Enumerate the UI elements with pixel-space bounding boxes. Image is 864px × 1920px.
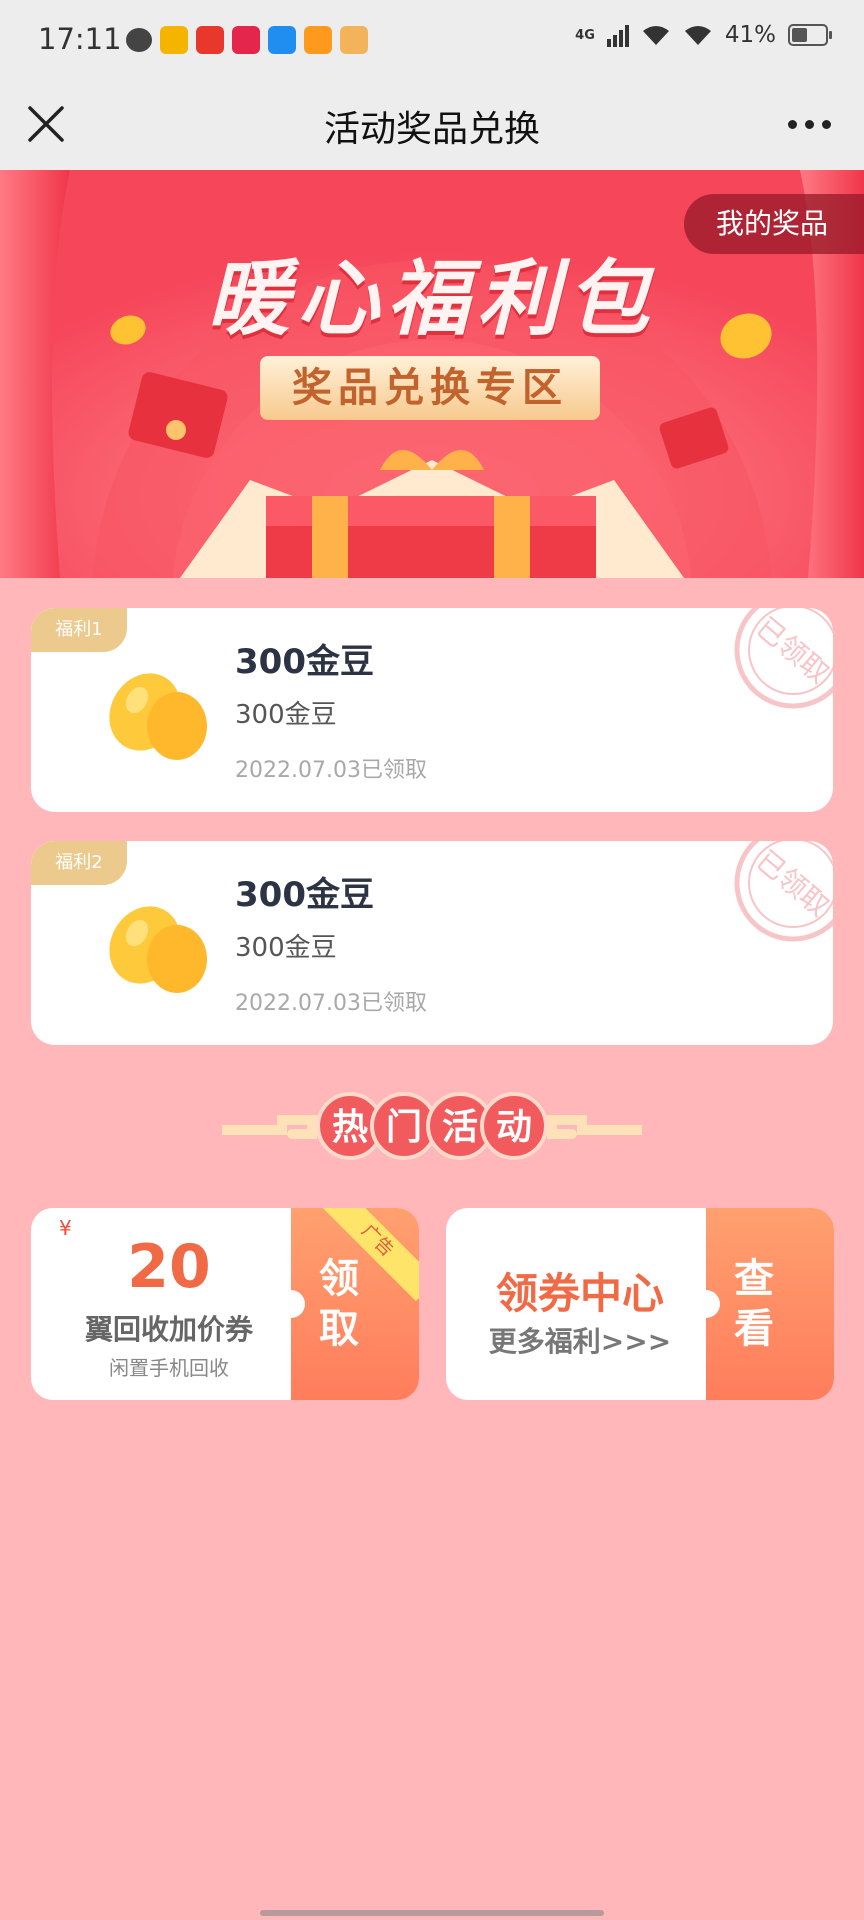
claimed-stamp: 已领取	[734, 841, 833, 942]
banner: 暖心福利包 奖品兑换专区 我的奖品	[0, 170, 864, 578]
stamp-text: 已领取	[750, 844, 833, 923]
reward-badge: 福利2	[31, 841, 127, 885]
status-bar: 17:11 4G 41%	[0, 0, 864, 84]
more-icon	[788, 119, 797, 129]
reward-title: 300金豆	[235, 642, 374, 682]
coupon-center-subtitle: 更多福利>>>	[488, 1325, 672, 1358]
claimed-stamp: 已领取	[734, 608, 833, 709]
coupon-amount: 20	[127, 1232, 211, 1302]
app-icon-red-pink	[232, 26, 260, 54]
hot-title-chars: 热 门 活 动	[316, 1092, 548, 1160]
gold-beans-icon	[109, 673, 207, 760]
nav-bar: 活动奖品兑换	[0, 84, 864, 170]
gold-beans-icon	[109, 906, 207, 993]
coupon-center-title: 领券中心	[495, 1269, 664, 1318]
reward-date: 2022.07.03已领取	[235, 991, 427, 1016]
claim-char: 领	[319, 1256, 359, 1302]
wifi-icon-2	[684, 26, 711, 45]
reward-card[interactable]: 福利2 300金豆 300金豆 2022.07.03已领取 已领取	[31, 841, 833, 1045]
chat-bubble-icon	[126, 28, 152, 52]
my-prizes-button[interactable]: 我的奖品	[684, 194, 864, 254]
banner-subtitle: 奖品兑换专区	[260, 356, 600, 420]
app-icon-yellow	[160, 26, 188, 54]
coupon-center-card[interactable]: 领券中心 更多福利>>> 查 看	[446, 1208, 834, 1400]
reward-desc: 300金豆	[235, 933, 337, 963]
more-button[interactable]	[788, 114, 836, 134]
hot-char: 动	[496, 1107, 532, 1148]
app-icon-blue	[268, 26, 296, 54]
app-icon-tan	[340, 26, 368, 54]
hot-activities-title: 热 门 活 动	[222, 1092, 642, 1160]
hot-char: 热	[332, 1107, 368, 1148]
hot-char: 活	[442, 1107, 478, 1148]
app-icon-red	[196, 26, 224, 54]
ticket-notch	[277, 1290, 305, 1318]
battery-level	[792, 28, 807, 42]
ticket-notch	[692, 1290, 720, 1318]
more-icon-dot	[805, 119, 814, 129]
status-right: 4G 41%	[575, 22, 832, 48]
home-indicator[interactable]	[260, 1910, 604, 1916]
status-time: 17:11	[38, 22, 122, 56]
view-char: 查	[734, 1256, 774, 1302]
coupon-promo-card[interactable]: ¥ 20 翼回收加价券 闲置手机回收 广告 领 取	[31, 1208, 419, 1400]
view-button[interactable]: 查 看	[692, 1208, 834, 1400]
reward-date: 2022.07.03已领取	[235, 758, 427, 783]
reward-card[interactable]: 福利1 300金豆 300金豆 2022.07.03已领取 已领取	[31, 608, 833, 812]
reward-badge: 福利1	[31, 608, 127, 652]
claim-char: 取	[319, 1306, 359, 1352]
wifi-icon	[642, 26, 669, 45]
network-label: 4G	[575, 27, 595, 43]
coupon-name: 翼回收加价券	[84, 1313, 253, 1346]
battery-percent: 41%	[724, 22, 776, 48]
view-char: 看	[734, 1306, 774, 1352]
reward-title: 300金豆	[235, 875, 374, 915]
hot-char: 门	[386, 1107, 422, 1148]
stamp-text: 已领取	[750, 611, 833, 690]
claim-button[interactable]: 广告 领 取	[277, 1208, 419, 1400]
coupon-subtitle: 闲置手机回收	[109, 1356, 229, 1380]
reward-desc: 300金豆	[235, 700, 337, 730]
claim-button-label: 领 取	[317, 1254, 361, 1354]
signal-icon	[606, 23, 629, 47]
page-title: 活动奖品兑换	[323, 109, 540, 150]
app-icon-orange	[304, 26, 332, 54]
more-icon-dot	[822, 119, 831, 129]
battery-icon	[788, 24, 832, 46]
view-button-label: 查 看	[732, 1254, 776, 1354]
notification-icons	[126, 26, 368, 54]
